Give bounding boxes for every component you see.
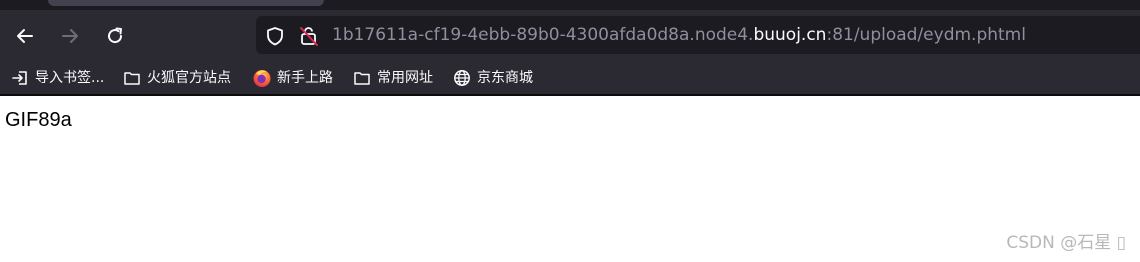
page-content: GIF89a CSDN @石星 ▯ — [0, 96, 1140, 262]
url-domain: buuoj.cn — [753, 25, 827, 45]
navigation-toolbar: 1b17611a-cf19-4ebb-89b0-4300afda0d8a.nod… — [0, 10, 1140, 62]
tab-strip — [0, 0, 1140, 10]
globe-icon — [452, 68, 472, 88]
reload-icon — [105, 26, 125, 46]
forward-button[interactable] — [55, 21, 85, 51]
bookmark-label: 新手上路 — [277, 70, 333, 86]
bookmarks-toolbar: 导入书签... 火狐官方站点 新手上路 常用网址 京东商城 — [0, 62, 1140, 94]
shield-icon[interactable] — [264, 25, 286, 47]
bookmark-label: 常用网址 — [377, 70, 433, 86]
insecure-connection-icon[interactable] — [298, 25, 320, 47]
page-body-text: GIF89a — [5, 109, 72, 131]
arrow-right-icon — [60, 26, 80, 46]
bookmark-jd[interactable]: 京东商城 — [452, 66, 533, 90]
url-suffix: :81/upload/eydm.phtml — [826, 25, 1026, 45]
arrow-left-icon — [15, 26, 35, 46]
browser-chrome: 1b17611a-cf19-4ebb-89b0-4300afda0d8a.nod… — [0, 0, 1140, 96]
bookmark-label: 导入书签... — [35, 70, 105, 86]
active-tab[interactable] — [48, 0, 324, 6]
folder-icon — [352, 68, 372, 88]
bookmark-label: 京东商城 — [477, 70, 533, 86]
url-bar[interactable]: 1b17611a-cf19-4ebb-89b0-4300afda0d8a.nod… — [256, 16, 1140, 54]
url-prefix: 1b17611a-cf19-4ebb-89b0-4300afda0d8a.nod… — [332, 25, 754, 45]
bookmark-common-sites[interactable]: 常用网址 — [352, 66, 433, 90]
url-text[interactable]: 1b17611a-cf19-4ebb-89b0-4300afda0d8a.nod… — [332, 24, 1026, 46]
import-icon — [10, 68, 30, 88]
csdn-watermark: CSDN @石星 ▯ — [1006, 233, 1126, 253]
bookmark-label: 火狐官方站点 — [147, 70, 231, 86]
back-button[interactable] — [10, 21, 40, 51]
firefox-logo-icon — [252, 68, 272, 88]
bookmark-import[interactable]: 导入书签... — [10, 66, 104, 90]
bookmark-firefox-official[interactable]: 火狐官方站点 — [122, 66, 231, 90]
bookmark-getting-started[interactable]: 新手上路 — [252, 66, 333, 90]
reload-button[interactable] — [100, 21, 130, 51]
folder-icon — [122, 68, 142, 88]
